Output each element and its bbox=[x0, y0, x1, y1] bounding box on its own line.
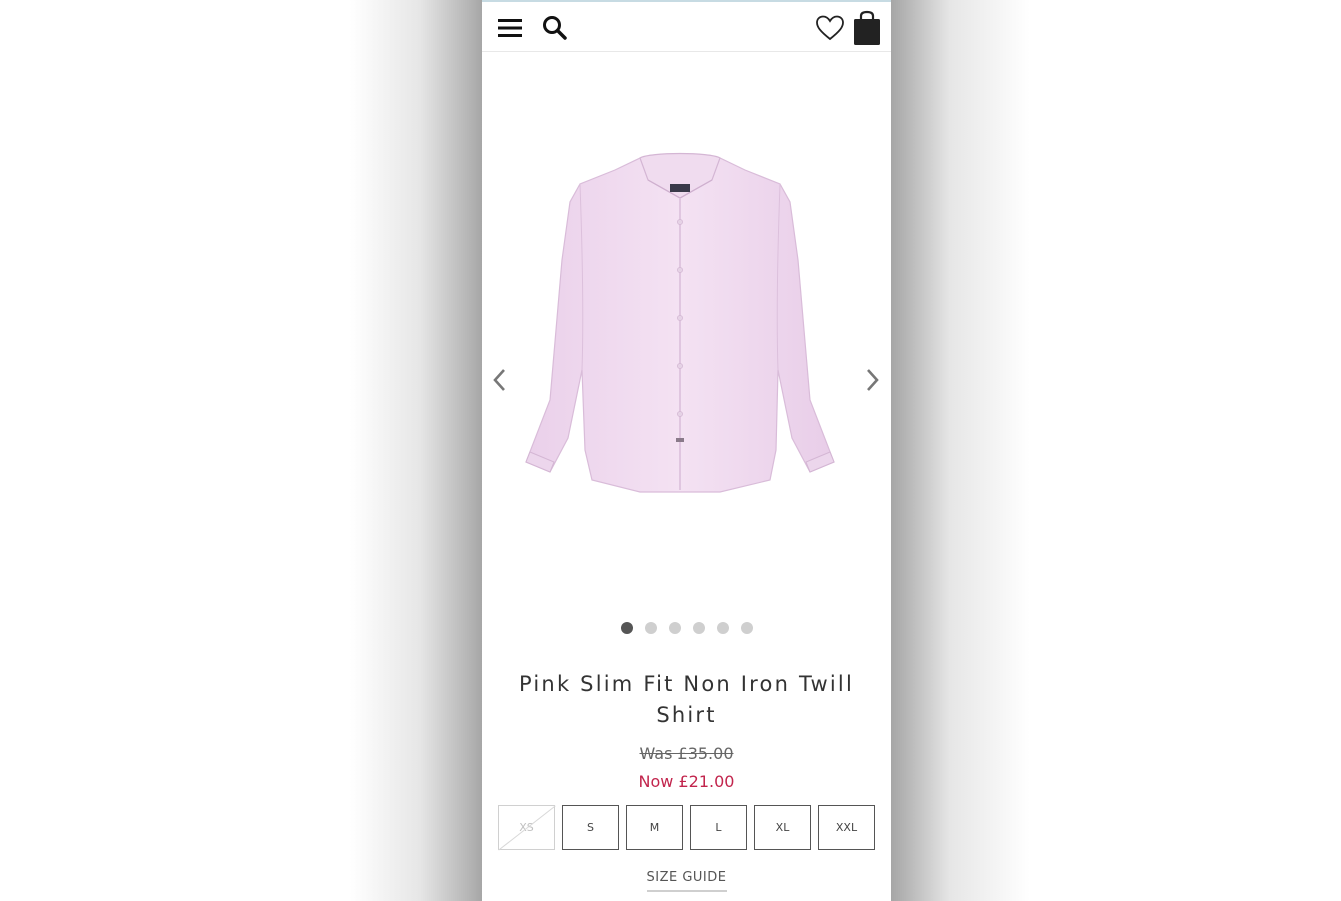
size-selector: XS S M L XL XXL bbox=[498, 805, 875, 850]
carousel-dot-3[interactable] bbox=[668, 622, 681, 634]
size-option-xs[interactable]: XS bbox=[498, 805, 555, 850]
carousel-next-button[interactable] bbox=[860, 365, 884, 395]
chevron-left-icon bbox=[493, 369, 505, 391]
search-icon bbox=[543, 16, 567, 40]
product-title: Pink Slim Fit Non Iron Twill Shirt bbox=[519, 672, 854, 727]
size-option-s[interactable]: S bbox=[562, 805, 619, 850]
size-label: XL bbox=[775, 821, 790, 834]
size-guide-link[interactable]: SIZE GUIDE bbox=[646, 870, 727, 892]
carousel-dot-1[interactable] bbox=[620, 622, 633, 634]
site-header bbox=[482, 2, 891, 52]
size-guide-link-wrapper: SIZE GUIDE bbox=[482, 870, 891, 892]
now-price: Now £21.00 bbox=[638, 772, 735, 791]
size-label: L bbox=[715, 821, 722, 834]
search-button[interactable] bbox=[539, 12, 571, 44]
size-option-xxl[interactable]: XXL bbox=[818, 805, 875, 850]
carousel-prev-button[interactable] bbox=[488, 365, 512, 395]
chevron-right-icon bbox=[867, 369, 879, 391]
size-label: M bbox=[649, 821, 660, 834]
hamburger-menu-icon bbox=[498, 19, 522, 37]
size-label: XXL bbox=[835, 821, 858, 834]
carousel-dot-4[interactable] bbox=[692, 622, 705, 634]
product-image bbox=[525, 152, 835, 493]
carousel-pagination bbox=[482, 622, 891, 636]
size-option-xl[interactable]: XL bbox=[754, 805, 811, 850]
carousel-dot-2[interactable] bbox=[644, 622, 657, 634]
size-option-m[interactable]: M bbox=[626, 805, 683, 850]
was-price: Was £35.00 bbox=[639, 744, 734, 763]
mobile-viewport: Pink Slim Fit Non Iron Twill Shirt Was £… bbox=[482, 0, 891, 901]
menu-button[interactable] bbox=[494, 12, 526, 44]
size-option-l[interactable]: L bbox=[690, 805, 747, 850]
carousel-dot-5[interactable] bbox=[716, 622, 729, 634]
shopping-bag-button[interactable] bbox=[850, 10, 884, 46]
carousel-dot-6[interactable] bbox=[740, 622, 753, 634]
shopping-bag-icon bbox=[854, 10, 880, 45]
size-label: XS bbox=[519, 821, 534, 834]
size-label: S bbox=[587, 821, 594, 834]
product-image-carousel[interactable] bbox=[482, 53, 891, 613]
wishlist-button[interactable] bbox=[814, 12, 846, 44]
heart-icon bbox=[816, 15, 844, 41]
